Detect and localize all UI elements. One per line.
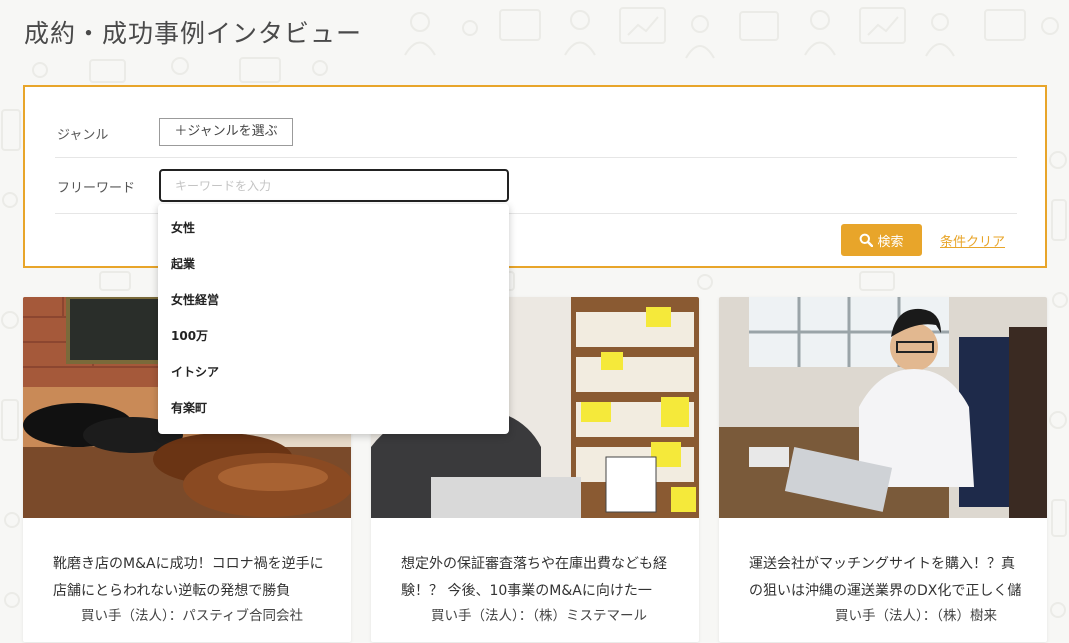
case-card[interactable]: 運送会社がマッチングサイトを購入！？真の狙いは沖縄の運送業界のDX化で正しく儲か…	[719, 297, 1047, 642]
search-button[interactable]: 検索	[841, 224, 922, 256]
case-card-buyer: 買い手（法人）：（株）ミステマール	[429, 604, 647, 624]
clear-conditions-link[interactable]: 条件クリア	[940, 231, 1005, 250]
suggestion-item[interactable]: 女性経営	[158, 282, 509, 318]
genre-label: ジャンル	[57, 128, 109, 143]
suggestion-item[interactable]: 起業	[158, 246, 509, 282]
genre-row: ジャンル ＋ジャンルを選ぶ	[55, 107, 1017, 158]
keyword-suggestions-dropdown: 女性 起業 女性経営 100万 イトシア 有楽町	[158, 204, 509, 434]
freeword-label: フリーワード	[57, 181, 136, 196]
case-card-title: 想定外の保証審査落ちや在庫出費なども経験！？ 今後、10事業のM&Aに向けた一歩…	[401, 556, 667, 599]
suggestion-item[interactable]: 女性	[158, 210, 509, 246]
keyword-input[interactable]	[159, 169, 509, 202]
suggestion-item[interactable]: 有楽町	[158, 390, 509, 426]
search-icon	[860, 233, 874, 247]
case-card-buyer: 買い手（法人）：パスティブ合同会社	[79, 604, 303, 624]
suggestion-item[interactable]: 100万	[158, 318, 509, 354]
search-button-label: 検索	[877, 234, 904, 250]
page-title: 成約・成功事例インタビュー	[24, 19, 363, 48]
case-card-title: 靴磨き店のM&Aに成功！コロナ禍を逆手に店舗にとらわれない逆転の発想で勝負	[53, 556, 324, 599]
case-card-buyer: 買い手（法人）：（株）樹来	[833, 604, 997, 624]
case-card-image	[719, 297, 1047, 518]
select-genre-button[interactable]: ＋ジャンルを選ぶ	[159, 118, 293, 146]
suggestion-item[interactable]: イトシア	[158, 354, 509, 390]
case-card-title: 運送会社がマッチングサイトを購入！？真の狙いは沖縄の運送業界のDX化で正しく儲か…	[749, 556, 1022, 599]
